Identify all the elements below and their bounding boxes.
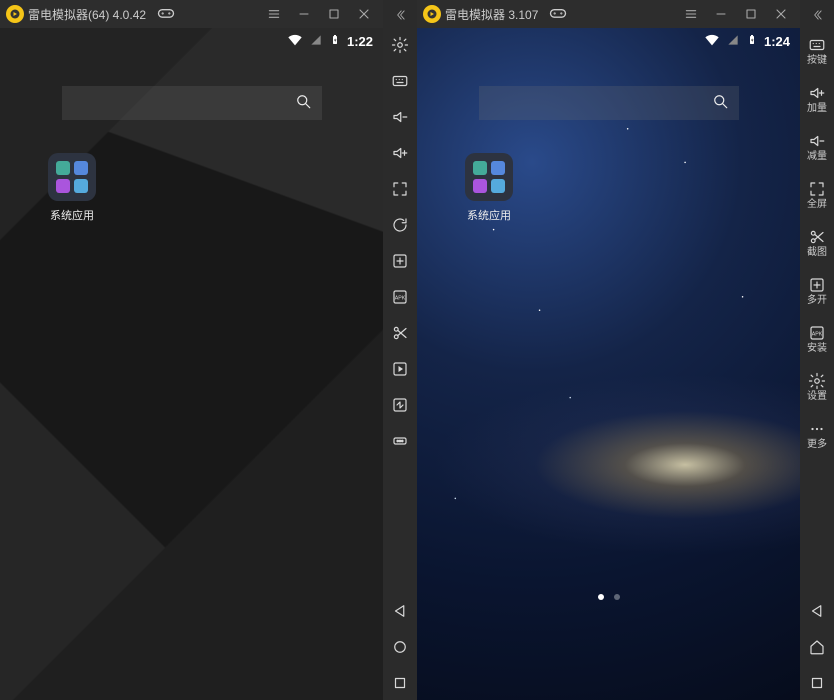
- nav-home[interactable]: [383, 630, 417, 664]
- emulator-left: 雷电模拟器(64) 4.0.42 1:22 系统应用: [0, 0, 383, 700]
- search-input[interactable]: [72, 96, 294, 111]
- clock-text: 1:24: [764, 34, 790, 49]
- gamepad-icon[interactable]: [548, 3, 568, 26]
- tool-label: 加量: [807, 104, 827, 114]
- tool-volume-up[interactable]: [383, 136, 417, 170]
- side-toolbar-left: [383, 0, 417, 700]
- page-dot[interactable]: [598, 594, 604, 600]
- folder-icon: [465, 153, 513, 201]
- maximize-button[interactable]: [321, 1, 347, 27]
- tool-keyboard[interactable]: 按键: [800, 28, 834, 74]
- side-toolbar-right: 按键 加量 减量 全屏 截图 多开 安装 设置 更多: [800, 0, 834, 700]
- tool-sync[interactable]: [383, 388, 417, 422]
- window-title: 雷电模拟器(64) 4.0.42: [28, 6, 146, 23]
- search-bar[interactable]: [479, 86, 739, 120]
- menu-button[interactable]: [678, 1, 704, 27]
- clock-text: 1:22: [347, 34, 373, 49]
- tool-screenshot[interactable]: 截图: [800, 220, 834, 266]
- tool-add-instance[interactable]: [383, 244, 417, 278]
- tool-label: 全屏: [807, 200, 827, 210]
- android-screen-left[interactable]: 1:22 系统应用: [0, 28, 383, 700]
- tool-more[interactable]: 更多: [800, 412, 834, 458]
- wifi-icon: [704, 32, 720, 51]
- tool-label: 减量: [807, 152, 827, 162]
- collapse-toolbar-button[interactable]: [383, 4, 417, 26]
- tool-label: 设置: [807, 392, 827, 402]
- menu-button[interactable]: [261, 1, 287, 27]
- nav-recent[interactable]: [800, 666, 834, 700]
- close-button[interactable]: [768, 1, 794, 27]
- search-input[interactable]: [489, 96, 711, 111]
- battery-icon: [746, 32, 758, 51]
- titlebar-right[interactable]: 雷电模拟器 3.107: [417, 0, 800, 28]
- page-indicator: [598, 594, 620, 600]
- tool-keyboard[interactable]: [383, 64, 417, 98]
- tool-settings[interactable]: 设置: [800, 364, 834, 410]
- nav-home[interactable]: [800, 630, 834, 664]
- app-folder-system[interactable]: 系统应用: [40, 153, 104, 223]
- folder-icon: [48, 153, 96, 201]
- tool-multi-instance[interactable]: 多开: [800, 268, 834, 314]
- tool-rotate[interactable]: [383, 208, 417, 242]
- app-logo-icon: [423, 5, 441, 23]
- tool-volume-down[interactable]: 减量: [800, 124, 834, 170]
- app-folder-system[interactable]: 系统应用: [457, 153, 521, 223]
- minimize-button[interactable]: [291, 1, 317, 27]
- tool-label: 安装: [807, 344, 827, 354]
- tool-more[interactable]: [383, 424, 417, 458]
- signal-icon: [726, 33, 740, 50]
- titlebar-left[interactable]: 雷电模拟器(64) 4.0.42: [0, 0, 383, 28]
- page-dot[interactable]: [614, 594, 620, 600]
- gamepad-icon[interactable]: [156, 3, 176, 26]
- search-icon[interactable]: [711, 92, 729, 115]
- tool-label: 按键: [807, 56, 827, 66]
- tool-record[interactable]: [383, 352, 417, 386]
- nav-back[interactable]: [383, 594, 417, 628]
- tool-label: 多开: [807, 296, 827, 306]
- signal-icon: [309, 33, 323, 50]
- tool-fullscreen[interactable]: [383, 172, 417, 206]
- tool-fullscreen[interactable]: 全屏: [800, 172, 834, 218]
- close-button[interactable]: [351, 1, 377, 27]
- maximize-button[interactable]: [738, 1, 764, 27]
- tool-settings[interactable]: [383, 28, 417, 62]
- app-label: 系统应用: [50, 207, 94, 223]
- tool-install-apk[interactable]: 安装: [800, 316, 834, 362]
- tool-label: 截图: [807, 248, 827, 258]
- search-icon[interactable]: [294, 92, 312, 115]
- minimize-button[interactable]: [708, 1, 734, 27]
- app-label: 系统应用: [467, 207, 511, 223]
- emulator-right: 雷电模拟器 3.107 1:24 系统应用: [417, 0, 800, 700]
- android-screen-right[interactable]: 1:24 系统应用: [417, 28, 800, 700]
- tool-screenshot[interactable]: [383, 316, 417, 350]
- collapse-toolbar-button[interactable]: [800, 4, 834, 26]
- nav-recent[interactable]: [383, 666, 417, 700]
- wifi-icon: [287, 32, 303, 51]
- nav-back[interactable]: [800, 594, 834, 628]
- tool-volume-up[interactable]: 加量: [800, 76, 834, 122]
- app-logo-icon: [6, 5, 24, 23]
- battery-icon: [329, 32, 341, 51]
- window-title: 雷电模拟器 3.107: [445, 6, 538, 23]
- tool-install-apk[interactable]: [383, 280, 417, 314]
- tool-label: 更多: [807, 440, 827, 450]
- status-bar: 1:24: [694, 28, 800, 54]
- status-bar: 1:22: [277, 28, 383, 54]
- tool-volume-down[interactable]: [383, 100, 417, 134]
- search-bar[interactable]: [62, 86, 322, 120]
